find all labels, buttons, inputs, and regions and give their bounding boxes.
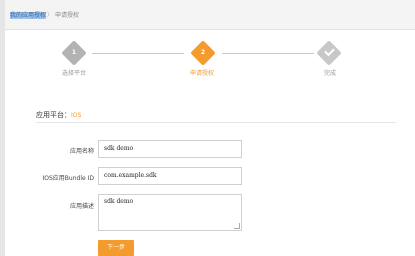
description-text: sdk demo xyxy=(104,198,134,205)
resize-handle-icon[interactable] xyxy=(234,223,240,229)
app-name-input[interactable]: sdk demo xyxy=(98,140,242,158)
breadcrumb-parent[interactable]: 我的应用授权 xyxy=(10,10,47,19)
breadcrumb-current: 申请授权 xyxy=(55,12,80,19)
platform-label: 应用平台： xyxy=(36,111,71,119)
step-2-label: 申请授权 xyxy=(190,70,215,77)
step-1-marker: 1 xyxy=(61,40,87,66)
section-divider xyxy=(36,122,396,123)
left-frame xyxy=(0,0,5,256)
description-label: 应用描述 xyxy=(69,203,94,210)
bundle-id-label: IOS应用Bundle ID xyxy=(42,175,95,182)
platform-row: 应用平台：IOS xyxy=(36,110,81,120)
step-1-label: 选择平台 xyxy=(62,70,87,77)
platform-value: IOS xyxy=(71,112,82,119)
step-3-label: 完成 xyxy=(324,70,337,77)
step-connector-2 xyxy=(222,53,314,54)
step-2-marker: 2 xyxy=(190,40,216,66)
bundle-id-input[interactable]: com.example.sdk xyxy=(98,167,242,185)
step-3-marker xyxy=(316,40,342,66)
next-step-button[interactable]: 下一步 xyxy=(98,240,134,256)
app-name-label: 应用名称 xyxy=(69,148,94,155)
step-number: 1 xyxy=(71,49,77,56)
description-textarea[interactable]: sdk demo xyxy=(98,194,242,231)
breadcrumb-separator: 〉 xyxy=(47,12,54,19)
step-connector-1 xyxy=(92,53,184,54)
step-number: 2 xyxy=(200,49,206,56)
